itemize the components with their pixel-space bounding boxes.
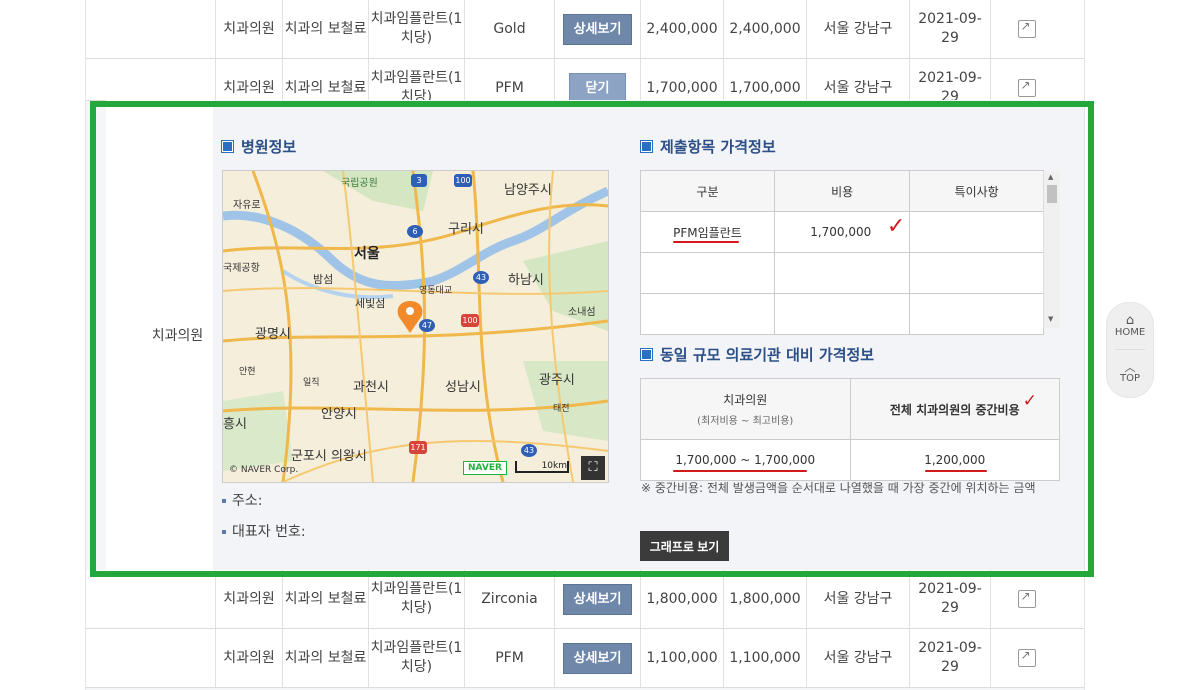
cell-link bbox=[990, 0, 1062, 58]
cell-type: 치과의원 bbox=[215, 570, 282, 628]
cell-region: 서울 강남구 bbox=[806, 629, 909, 687]
cell-product: 치과의 보철료 bbox=[282, 629, 368, 687]
detail-button[interactable]: 상세보기 bbox=[562, 642, 633, 674]
cell-grade: PFM bbox=[464, 59, 554, 100]
cell-product: 치과의 보철료 bbox=[282, 570, 368, 628]
external-link-icon[interactable] bbox=[1017, 76, 1036, 97]
cell-item: 치과임플란트(1치당) bbox=[368, 59, 464, 100]
external-link-icon[interactable] bbox=[1017, 646, 1036, 667]
cell-action: 상세보기 bbox=[554, 570, 640, 628]
cell-grade: Zirconia bbox=[464, 570, 554, 628]
cell-price: 1,800,000 bbox=[640, 570, 723, 628]
cell-link bbox=[990, 570, 1062, 628]
home-button[interactable]: ⌂ HOME bbox=[1107, 303, 1153, 349]
top-button[interactable]: ︿ TOP bbox=[1107, 350, 1153, 396]
cell-region: 서울 강남구 bbox=[806, 59, 909, 100]
cell-date: 2021-09-29 bbox=[909, 570, 990, 628]
cell-price: 1,700,000 bbox=[723, 59, 806, 100]
detail-button[interactable]: 상세보기 bbox=[562, 583, 633, 615]
cell-date: 2021-09-29 bbox=[909, 59, 990, 100]
table-row: 치과의원 치과의 보철료 치과임플란트(1치당) PFM 닫기 1,700,00… bbox=[86, 59, 1084, 101]
cell-grade: Gold bbox=[464, 0, 554, 58]
cell-price: 2,400,000 bbox=[723, 0, 806, 58]
cell-price: 1,700,000 bbox=[640, 59, 723, 100]
cell-date: 2021-09-29 bbox=[909, 629, 990, 687]
cell-region: 서울 강남구 bbox=[806, 570, 909, 628]
cell-action: 닫기 bbox=[554, 59, 640, 100]
detail-button[interactable]: 상세보기 bbox=[562, 13, 633, 45]
cell-item: 치과임플란트(1치당) bbox=[368, 570, 464, 628]
table-row: 치과의원 치과의 보철료 치과임플란트(1치당) Gold 상세보기 2,400… bbox=[86, 0, 1084, 59]
cell-link bbox=[990, 629, 1062, 687]
external-link-icon[interactable] bbox=[1017, 17, 1036, 38]
cell-item: 치과임플란트(1치당) bbox=[368, 629, 464, 687]
cell-type: 치과의원 bbox=[215, 0, 282, 58]
chevron-up-icon: ︿ bbox=[1124, 361, 1136, 374]
cell-link bbox=[990, 59, 1062, 100]
cell-type: 치과의원 bbox=[215, 629, 282, 687]
home-icon: ⌂ bbox=[1125, 313, 1135, 328]
table-row: 치과의원 치과의 보철료 치과임플란트(1치당) PFM 상세보기 1,100,… bbox=[86, 629, 1084, 688]
cell-grade: PFM bbox=[464, 629, 554, 687]
cell-item: 치과임플란트(1치당) bbox=[368, 0, 464, 58]
cell-action: 상세보기 bbox=[554, 629, 640, 687]
cell-date: 2021-09-29 bbox=[909, 0, 990, 58]
close-detail-button[interactable]: 닫기 bbox=[568, 72, 627, 100]
table-row: 치과의원 치과의 보철료 치과임플란트(1치당) Zirconia 상세보기 1… bbox=[86, 570, 1084, 629]
cell-product: 치과의 보철료 bbox=[282, 59, 368, 100]
cell-product: 치과의 보철료 bbox=[282, 0, 368, 58]
cell-price: 2,400,000 bbox=[640, 0, 723, 58]
floating-nav: ⌂ HOME ︿ TOP bbox=[1106, 302, 1154, 398]
cell-price: 1,800,000 bbox=[723, 570, 806, 628]
external-link-icon[interactable] bbox=[1017, 587, 1036, 608]
cell-region: 서울 강남구 bbox=[806, 0, 909, 58]
cell-type: 치과의원 bbox=[215, 59, 282, 100]
cell-price: 1,100,000 bbox=[640, 629, 723, 687]
cell-price: 1,100,000 bbox=[723, 629, 806, 687]
highlight-frame bbox=[90, 101, 1094, 577]
cell-action: 상세보기 bbox=[554, 0, 640, 58]
